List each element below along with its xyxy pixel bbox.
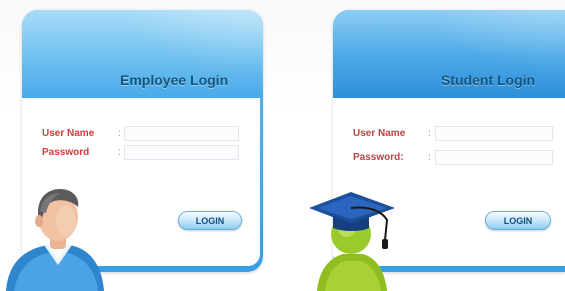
student-username-label: User Name — [353, 128, 406, 139]
employee-username-label: User Name — [42, 128, 95, 139]
employee-panel-header: Employee Login — [22, 10, 263, 98]
student-login-title: Student Login — [441, 72, 536, 88]
login-page: Employee Login User Name : Password : LO… — [0, 0, 565, 291]
student-password-colon: : — [428, 152, 431, 163]
student-login-button[interactable]: LOGIN — [485, 211, 551, 230]
employee-password-colon: : — [118, 147, 121, 158]
student-graduate-avatar-icon — [309, 192, 395, 291]
student-username-field[interactable] — [435, 126, 553, 141]
employee-login-button[interactable]: LOGIN — [178, 211, 242, 230]
employee-login-title: Employee Login — [120, 72, 229, 88]
employee-username-colon: : — [118, 128, 121, 139]
student-password-label: Password: — [353, 152, 404, 163]
employee-password-field[interactable] — [124, 145, 239, 160]
student-username-colon: : — [428, 128, 431, 139]
employee-password-label: Password — [42, 147, 90, 158]
student-panel-header: Student Login — [333, 10, 565, 98]
student-password-field[interactable] — [435, 150, 553, 165]
employee-avatar-icon — [6, 189, 104, 291]
employee-username-field[interactable] — [124, 126, 239, 141]
